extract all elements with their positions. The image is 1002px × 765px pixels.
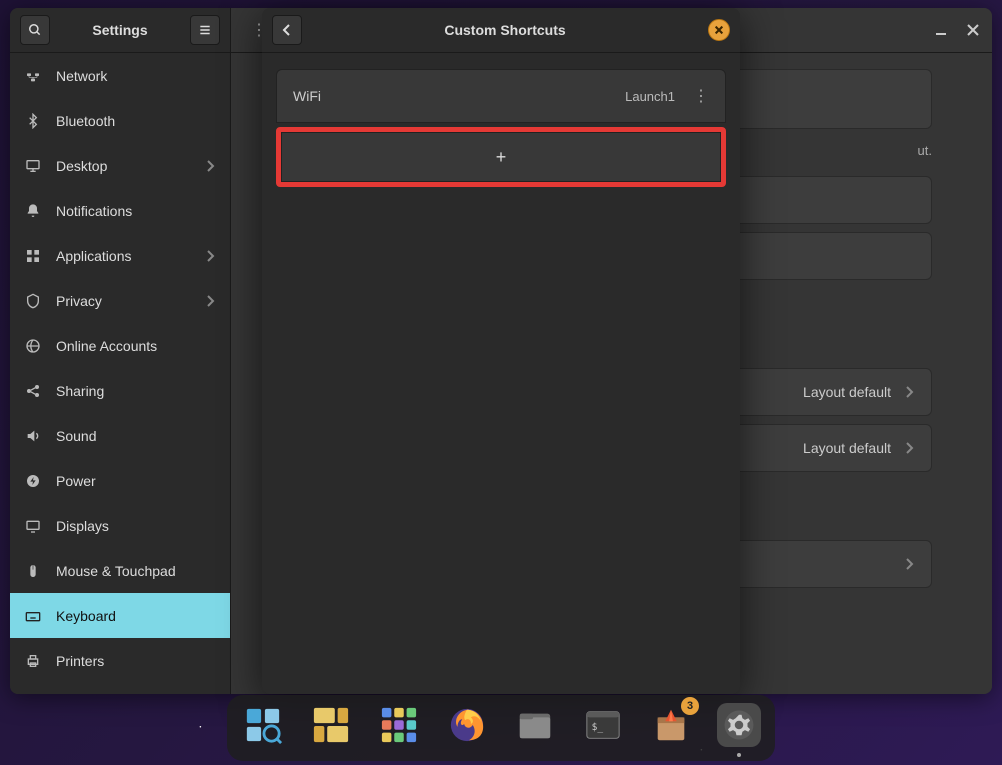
shortcut-key: Launch1: [625, 89, 675, 104]
dialog-body: WiFi Launch1 ⋮ +: [262, 53, 740, 203]
close-window-button[interactable]: [964, 21, 982, 39]
sidebar-item-bluetooth[interactable]: Bluetooth: [10, 98, 230, 143]
apps-grid-icon: [380, 706, 418, 744]
dock-firefox[interactable]: [445, 703, 489, 747]
sidebar-item-network[interactable]: Network: [10, 53, 230, 98]
sidebar-item-desktop[interactable]: Desktop: [10, 143, 230, 188]
custom-shortcuts-dialog: Custom Shortcuts WiFi Launch1 ⋮ +: [262, 8, 740, 694]
terminal-icon: $_: [584, 706, 622, 744]
sidebar-header: Settings: [10, 8, 230, 53]
chevron-right-icon: [204, 250, 216, 262]
sidebar-items: Network Bluetooth Desktop Notifications Appl…: [10, 53, 230, 694]
sidebar-item-sound[interactable]: Sound: [10, 413, 230, 458]
shortcut-menu-button[interactable]: ⋮: [693, 86, 709, 106]
sidebar-item-label: Applications: [56, 248, 132, 264]
dock-badge: 3: [681, 697, 699, 715]
sidebar-item-applications[interactable]: Applications: [10, 233, 230, 278]
back-button[interactable]: [272, 15, 302, 45]
network-icon: [24, 67, 42, 85]
dock-settings[interactable]: [717, 703, 761, 747]
chevron-right-icon: [903, 386, 915, 398]
settings-sidebar: Settings Network Bluetooth Desktop Notifica…: [10, 8, 231, 694]
sidebar-item-mouse[interactable]: Mouse & Touchpad: [10, 548, 230, 593]
dialog-close-button[interactable]: [708, 19, 730, 41]
sidebar-item-label: Notifications: [56, 203, 132, 219]
workspaces-icon: [244, 706, 282, 744]
close-icon: [967, 24, 979, 36]
sidebar-item-label: Printers: [56, 653, 104, 669]
chevron-right-icon: [903, 558, 915, 570]
shortcut-row[interactable]: WiFi Launch1 ⋮: [276, 69, 726, 123]
dialog-header: Custom Shortcuts: [262, 8, 740, 53]
chevron-left-icon: [281, 24, 293, 36]
sidebar-item-label: Desktop: [56, 158, 107, 174]
tiling-icon: [312, 706, 350, 744]
dock-store[interactable]: 3: [649, 703, 693, 747]
sidebar-item-online-accounts[interactable]: Online Accounts: [10, 323, 230, 368]
sidebar-item-power[interactable]: Power: [10, 458, 230, 503]
sidebar-item-label: Online Accounts: [56, 338, 157, 354]
keyboard-icon: [24, 607, 42, 625]
online-accounts-icon: [24, 337, 42, 355]
sidebar-item-label: Sound: [56, 428, 96, 444]
gear-icon: [722, 708, 756, 742]
sidebar-item-label: Displays: [56, 518, 109, 534]
highlight-annotation: +: [276, 127, 726, 187]
sidebar-item-label: Network: [56, 68, 107, 84]
sidebar-item-label: Privacy: [56, 293, 102, 309]
hamburger-icon: [198, 23, 212, 37]
sidebar-item-keyboard[interactable]: Keyboard: [10, 593, 230, 638]
minimize-icon: [935, 24, 947, 36]
sidebar-item-sharing[interactable]: Sharing: [10, 368, 230, 413]
sidebar-item-privacy[interactable]: Privacy: [10, 278, 230, 323]
sidebar-item-label: Keyboard: [56, 608, 116, 624]
power-icon: [24, 472, 42, 490]
dock-terminal[interactable]: $_: [581, 703, 625, 747]
sidebar-item-label: Power: [56, 473, 96, 489]
plus-icon: +: [496, 147, 507, 168]
shortcut-name: WiFi: [293, 88, 625, 104]
sidebar-item-printers[interactable]: Printers: [10, 638, 230, 683]
dock-applications[interactable]: [377, 703, 421, 747]
search-icon: [28, 23, 42, 37]
printers-icon: [24, 652, 42, 670]
dock-tiling[interactable]: [309, 703, 353, 747]
hamburger-button[interactable]: [190, 15, 220, 45]
desktop-icon: [24, 157, 42, 175]
chevron-right-icon: [204, 295, 216, 307]
row-value: Layout default: [803, 440, 891, 456]
chevron-right-icon: [204, 160, 216, 172]
svg-text:$_: $_: [592, 722, 604, 733]
dock-files[interactable]: [513, 703, 557, 747]
sidebar-item-displays[interactable]: Displays: [10, 503, 230, 548]
files-icon: [516, 706, 554, 744]
sidebar-item-label: Bluetooth: [56, 113, 115, 129]
chevron-right-icon: [903, 442, 915, 454]
firefox-icon: [448, 706, 486, 744]
mouse-icon: [24, 562, 42, 580]
sidebar-title: Settings: [58, 22, 182, 38]
notifications-icon: [24, 202, 42, 220]
applications-icon: [24, 247, 42, 265]
row-value: Layout default: [803, 384, 891, 400]
search-button[interactable]: [20, 15, 50, 45]
displays-icon: [24, 517, 42, 535]
bluetooth-icon: [24, 112, 42, 130]
sidebar-item-label: Mouse & Touchpad: [56, 563, 176, 579]
close-icon: [714, 25, 724, 35]
add-shortcut-button[interactable]: +: [281, 132, 721, 182]
sidebar-item-notifications[interactable]: Notifications: [10, 188, 230, 233]
sharing-icon: [24, 382, 42, 400]
dialog-title: Custom Shortcuts: [302, 22, 708, 38]
sidebar-item-label: Sharing: [56, 383, 104, 399]
privacy-icon: [24, 292, 42, 310]
minimize-button[interactable]: [932, 21, 950, 39]
sound-icon: [24, 427, 42, 445]
dock-workspaces[interactable]: [241, 703, 285, 747]
dock: $_ 3: [227, 695, 775, 761]
